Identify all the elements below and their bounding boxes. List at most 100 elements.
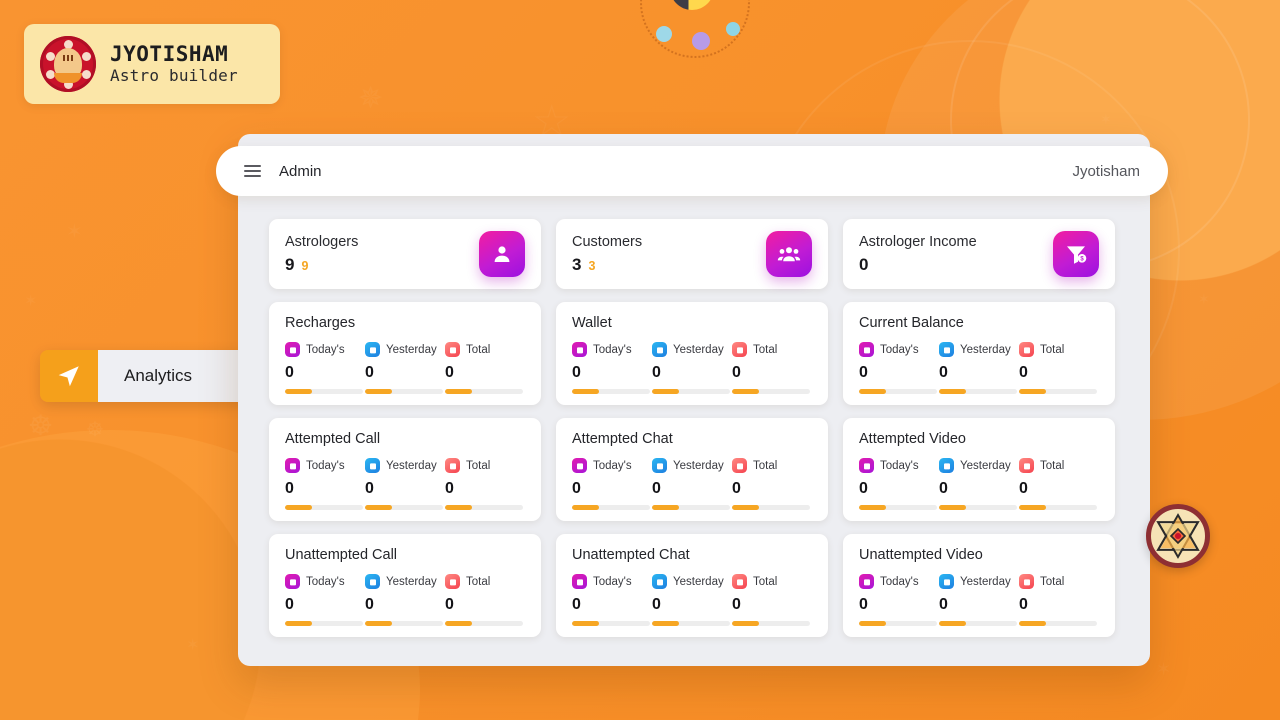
metric-card[interactable]: Recharges Today's 0 Yesterday 0 Total 0 (269, 302, 541, 405)
metric-column-yesterday: Yesterday 0 (652, 574, 732, 626)
swastika-decoration-icon: ☸ (28, 410, 54, 441)
metric-column-label: Yesterday (386, 343, 437, 356)
celestial-orbit-decoration (640, 0, 750, 58)
star-decoration-icon: ✶ (24, 293, 38, 310)
metric-column-label: Today's (593, 575, 632, 588)
metric-card[interactable]: Wallet Today's 0 Yesterday 0 Total 0 (556, 302, 828, 405)
top-bar: Admin Jyotisham (216, 146, 1168, 196)
metric-progress-bar (859, 621, 937, 626)
metric-column-yesterday: Yesterday 0 (939, 458, 1019, 510)
metric-value: 0 (652, 596, 661, 613)
metric-column-label: Yesterday (673, 459, 724, 472)
calendar-today-icon (859, 458, 874, 473)
swastika-decoration-icon: ☸ (86, 419, 104, 441)
metric-value: 0 (652, 480, 661, 497)
calendar-today-icon (285, 574, 300, 589)
metric-value: 0 (365, 596, 374, 613)
calendar-total-icon (732, 458, 747, 473)
star-decoration-icon: ✶ (186, 637, 200, 654)
metric-card[interactable]: Unattempted Chat Today's 0 Yesterday 0 Total 0 (556, 534, 828, 637)
metric-progress-bar (572, 389, 650, 394)
metric-value: 0 (732, 480, 741, 497)
metric-card[interactable]: Attempted Call Today's 0 Yesterday 0 Total 0 (269, 418, 541, 521)
metric-column-total: Total 0 (1019, 342, 1099, 394)
metric-progress-bar (859, 389, 937, 394)
summary-card[interactable]: Astrologer Income 0 $ (843, 219, 1115, 289)
metric-card-title: Attempted Call (285, 431, 381, 447)
calendar-total-icon (1019, 574, 1034, 589)
metric-value: 0 (445, 364, 454, 381)
metric-value: 0 (572, 364, 581, 381)
metric-column-label: Total (466, 343, 491, 356)
calendar-yesterday-icon (652, 458, 667, 473)
metric-column-total: Total 0 (732, 574, 812, 626)
calendar-yesterday-icon (939, 342, 954, 357)
summary-card-title: Customers (572, 233, 643, 250)
metric-card[interactable]: Unattempted Call Today's 0 Yesterday 0 Total 0 (269, 534, 541, 637)
metric-column-total: Total 0 (445, 342, 525, 394)
metric-card[interactable]: Attempted Video Today's 0 Yesterday 0 Total 0 (843, 418, 1115, 521)
summary-card-title: Astrologers (285, 233, 359, 250)
metric-card-title: Wallet (572, 315, 612, 331)
calendar-yesterday-icon (939, 574, 954, 589)
metric-progress-bar (1019, 621, 1097, 626)
summary-card-value-row: 99 (285, 255, 479, 275)
metric-progress-bar (572, 505, 650, 510)
summary-card-value-row: 33 (572, 255, 766, 275)
metric-value: 0 (652, 364, 661, 381)
metric-card[interactable]: Attempted Chat Today's 0 Yesterday 0 Total 0 (556, 418, 828, 521)
metric-card[interactable]: Current Balance Today's 0 Yesterday 0 Total 0 (843, 302, 1115, 405)
metric-column-label: Total (753, 459, 778, 472)
metric-column-today: Today's 0 (572, 458, 652, 510)
summary-card-value: 0 (859, 254, 869, 274)
metric-card-title: Unattempted Chat (572, 547, 690, 563)
calendar-today-icon (859, 574, 874, 589)
metric-column-label: Yesterday (960, 343, 1011, 356)
summary-card[interactable]: Astrologers 9 9 (269, 219, 541, 289)
metric-progress-bar (652, 505, 730, 510)
metric-column-label: Today's (306, 459, 345, 472)
metric-column-yesterday: Yesterday 0 (939, 574, 1019, 626)
summary-card-title: Astrologer Income (859, 233, 977, 250)
metric-value: 0 (285, 364, 294, 381)
logo-emblem-icon (40, 36, 96, 92)
metric-column-label: Today's (593, 343, 632, 356)
metric-progress-bar (445, 389, 523, 394)
calendar-total-icon (732, 342, 747, 357)
summary-card[interactable]: Customers 3 3 (556, 219, 828, 289)
metric-progress-bar (1019, 389, 1097, 394)
app-logo: JYOTISHAM Astro builder (24, 24, 280, 104)
metric-card-title: Unattempted Call (285, 547, 398, 563)
calendar-total-icon (732, 574, 747, 589)
metric-column-label: Yesterday (386, 575, 437, 588)
calendar-today-icon (572, 342, 587, 357)
metric-column-yesterday: Yesterday 0 (365, 458, 445, 510)
metric-value: 0 (1019, 480, 1028, 497)
metric-value: 0 (732, 596, 741, 613)
people-group-icon (766, 231, 812, 277)
metric-value: 0 (859, 480, 868, 497)
metric-column-today: Today's 0 (285, 458, 365, 510)
metric-progress-bar (939, 505, 1017, 510)
metric-progress-bar (732, 389, 810, 394)
metric-value: 0 (445, 480, 454, 497)
funnel-money-icon: $ (1053, 231, 1099, 277)
hamburger-menu-icon[interactable] (244, 165, 261, 177)
calendar-yesterday-icon (365, 574, 380, 589)
metric-progress-bar (1019, 505, 1097, 510)
metric-column-label: Yesterday (960, 459, 1011, 472)
calendar-yesterday-icon (652, 342, 667, 357)
metric-column-yesterday: Yesterday 0 (365, 574, 445, 626)
metric-progress-bar (285, 389, 363, 394)
sidebar-item-analytics[interactable]: Analytics (40, 350, 270, 402)
metric-card[interactable]: Unattempted Video Today's 0 Yesterday 0 Total… (843, 534, 1115, 637)
calendar-today-icon (285, 342, 300, 357)
metric-column-today: Today's 0 (859, 342, 939, 394)
metric-column-today: Today's 0 (572, 342, 652, 394)
metric-card-title: Current Balance (859, 315, 964, 331)
metric-progress-bar (572, 621, 650, 626)
metric-progress-bar (652, 389, 730, 394)
metric-progress-bar (285, 505, 363, 510)
metric-column-total: Total 0 (1019, 574, 1099, 626)
metric-progress-bar (732, 505, 810, 510)
